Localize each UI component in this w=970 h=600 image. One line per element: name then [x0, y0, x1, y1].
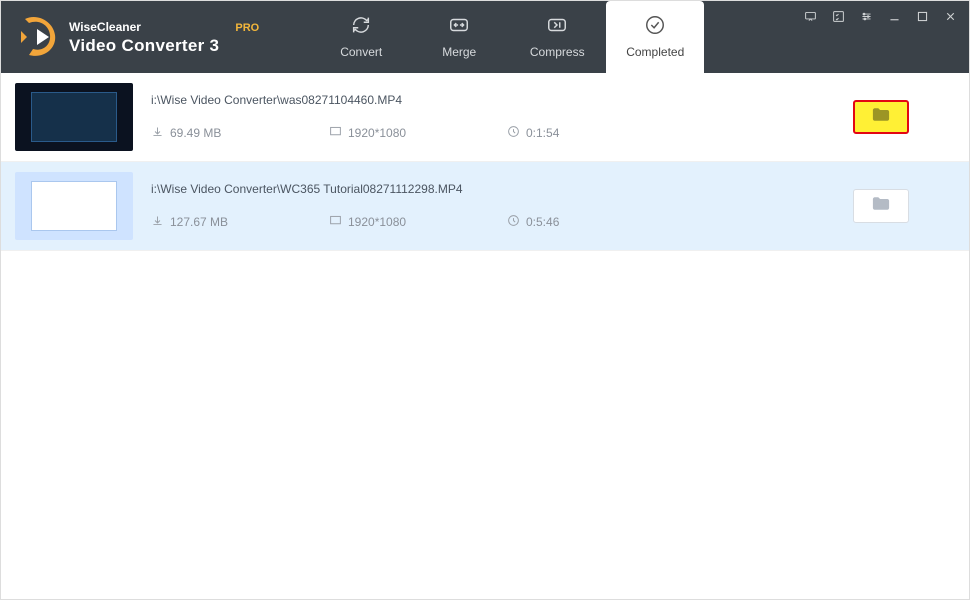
- item-meta: 69.49 MB 1920*1080 0:1:54: [151, 125, 853, 141]
- item-info: i:\Wise Video Converter\was08271104460.M…: [151, 93, 853, 141]
- open-folder-button[interactable]: [853, 189, 909, 223]
- open-folder-button[interactable]: [853, 100, 909, 134]
- merge-icon: [448, 14, 470, 39]
- product-name: Video Converter 3: [69, 36, 259, 56]
- file-size: 69.49 MB: [151, 125, 329, 141]
- folder-icon: [872, 107, 890, 127]
- resolution: 1920*1080: [329, 125, 507, 141]
- duration: 0:1:54: [507, 125, 559, 141]
- clock-icon: [507, 214, 520, 230]
- file-path: i:\Wise Video Converter\was08271104460.M…: [151, 93, 853, 107]
- list-item[interactable]: i:\Wise Video Converter\was08271104460.M…: [1, 73, 969, 162]
- window-controls: [797, 5, 963, 27]
- app-logo-block: WiseCleaner PRO Video Converter 3: [1, 1, 277, 73]
- tab-label: Completed: [626, 45, 684, 59]
- tab-label: Compress: [530, 45, 585, 59]
- duration: 0:5:46: [507, 214, 559, 230]
- video-thumbnail: [15, 83, 133, 151]
- tab-convert[interactable]: Convert: [312, 1, 410, 73]
- tasklist-button[interactable]: [825, 5, 851, 27]
- file-size-value: 127.67 MB: [170, 215, 228, 229]
- resolution: 1920*1080: [329, 214, 507, 230]
- tab-label: Merge: [442, 45, 476, 59]
- file-path: i:\Wise Video Converter\WC365 Tutorial08…: [151, 182, 853, 196]
- completed-list: i:\Wise Video Converter\was08271104460.M…: [1, 73, 969, 251]
- list-item[interactable]: i:\Wise Video Converter\WC365 Tutorial08…: [1, 162, 969, 251]
- resolution-icon: [329, 125, 342, 141]
- resolution-value: 1920*1080: [348, 215, 406, 229]
- compress-icon: [546, 14, 568, 39]
- minimize-button[interactable]: [881, 5, 907, 27]
- maximize-button[interactable]: [909, 5, 935, 27]
- feedback-button[interactable]: [797, 5, 823, 27]
- app-logo-icon: [19, 15, 59, 59]
- item-info: i:\Wise Video Converter\WC365 Tutorial08…: [151, 182, 853, 230]
- brand-name: WiseCleaner: [69, 20, 141, 34]
- tab-compress[interactable]: Compress: [508, 1, 606, 73]
- file-size-value: 69.49 MB: [170, 126, 221, 140]
- check-circle-icon: [644, 14, 666, 39]
- resolution-icon: [329, 214, 342, 230]
- tab-label: Convert: [340, 45, 382, 59]
- close-button[interactable]: [937, 5, 963, 27]
- brand-pro-badge: PRO: [235, 22, 259, 34]
- video-thumbnail: [15, 172, 133, 240]
- titlebar: WiseCleaner PRO Video Converter 3 Conver…: [1, 1, 969, 73]
- settings-button[interactable]: [853, 5, 879, 27]
- duration-value: 0:5:46: [526, 215, 559, 229]
- filesize-icon: [151, 125, 164, 141]
- refresh-icon: [350, 14, 372, 39]
- item-meta: 127.67 MB 1920*1080 0:5:46: [151, 214, 853, 230]
- folder-icon: [872, 196, 890, 216]
- tab-completed[interactable]: Completed: [606, 1, 704, 73]
- main-tabs: Convert Merge Compress: [312, 1, 704, 73]
- tab-merge[interactable]: Merge: [410, 1, 508, 73]
- brand-text: WiseCleaner PRO Video Converter 3: [69, 17, 259, 57]
- resolution-value: 1920*1080: [348, 126, 406, 140]
- file-size: 127.67 MB: [151, 214, 329, 230]
- duration-value: 0:1:54: [526, 126, 559, 140]
- clock-icon: [507, 125, 520, 141]
- filesize-icon: [151, 214, 164, 230]
